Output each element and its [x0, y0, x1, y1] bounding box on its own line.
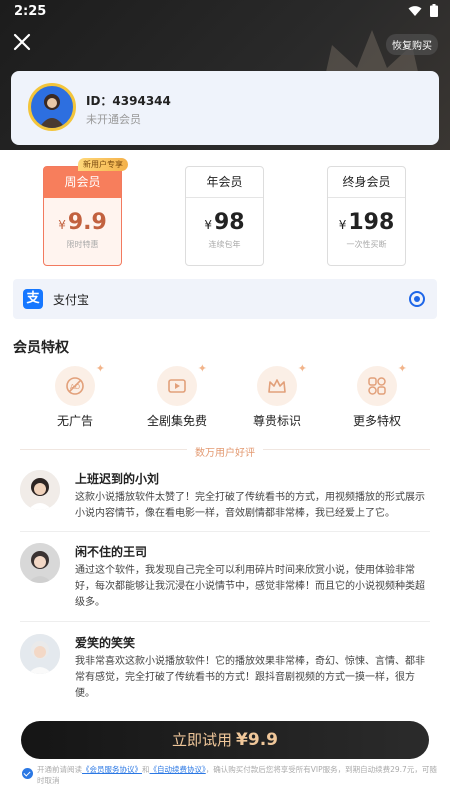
wifi-icon [408, 5, 422, 16]
auto-renew-agreement-link[interactable]: 《自动续费协议》 [150, 765, 206, 774]
try-now-button[interactable]: 立即试用 ¥9.9 [21, 721, 429, 759]
reviewer-avatar [20, 470, 60, 510]
plan-title: 周会员 [44, 167, 121, 198]
payment-radio[interactable] [409, 291, 425, 307]
vip-status: 未开通会员 [86, 113, 141, 126]
alipay-icon: 支 [23, 289, 43, 309]
privilege-badge: ✦ 尊贵标识 [232, 362, 322, 429]
new-user-badge: 新用户专享 [78, 158, 128, 171]
bottom-bar: 立即试用 ¥9.9 开通前请阅读《会员服务协议》和《自动续费协议》，确认购买付款后… [0, 712, 450, 800]
plan-yearly[interactable]: 年会员 ¥98 连续包年 [185, 166, 264, 266]
svg-text:AD: AD [70, 383, 80, 391]
plan-price: ¥98 [204, 210, 245, 235]
plan-price: ¥198 [338, 210, 395, 235]
service-agreement-link[interactable]: 《会员服务协议》 [82, 765, 142, 774]
user-id: ID：4394344 [86, 94, 171, 108]
review-text: 通过这个软件，我发现自己完全可以利用碎片时间来欣赏小说，使用体验非常好，每次都能… [75, 565, 425, 608]
review-separator [20, 621, 430, 622]
plan-title: 年会员 [186, 167, 263, 198]
restore-purchase-button[interactable]: 恢复购买 [386, 34, 438, 55]
privileges-title: 会员特权 [13, 340, 69, 356]
reviewer-name: 爱笑的笑笑 [75, 636, 136, 650]
reviewer-avatar [20, 543, 60, 583]
user-card: ID：4394344 未开通会员 [11, 71, 439, 145]
plan-subtitle: 连续包年 [208, 240, 241, 249]
plan-list: 周会员 ¥9.9 限时特惠 年会员 ¥98 连续包年 终身会员 ¥198 一次性… [0, 160, 450, 268]
close-icon [13, 33, 31, 51]
privilege-no-ads: AD ✦ 无广告 [30, 362, 120, 429]
review-text: 这款小说播放软件太赞了！完全打破了传统看书的方式，用视频播放的形式展示小说内容情… [75, 492, 425, 519]
close-button[interactable] [10, 30, 34, 54]
payment-label: 支付宝 [53, 293, 90, 307]
plan-weekly[interactable]: 周会员 ¥9.9 限时特惠 [43, 166, 122, 266]
plan-subtitle: 限时特惠 [66, 240, 99, 249]
reviewer-name: 上班迟到的小刘 [75, 472, 160, 486]
reviews-title: 数万用户好评 [0, 441, 450, 460]
privilege-label: 更多特权 [352, 414, 401, 428]
play-video-icon [168, 379, 186, 393]
avatar[interactable] [28, 83, 76, 131]
privilege-label: 全剧集免费 [146, 414, 207, 428]
battery-icon [430, 4, 438, 17]
plan-price: ¥9.9 [58, 210, 107, 235]
avatar-image [39, 94, 65, 128]
status-time: 2:25 [14, 4, 47, 19]
plan-title: 终身会员 [328, 167, 405, 198]
plan-lifetime[interactable]: 终身会员 ¥198 一次性买断 [327, 166, 406, 266]
agreement-checkbox[interactable] [22, 768, 33, 779]
review-separator [20, 531, 430, 532]
no-ads-icon: AD [66, 377, 84, 395]
privilege-list: AD ✦ 无广告 ✦ 全剧集免费 ✦ 尊贵标识 ✦ 更多特权 [0, 362, 450, 432]
status-bar: 2:25 [0, 0, 450, 24]
reviewer-name: 闲不住的王司 [75, 545, 148, 559]
privilege-label: 尊贵标识 [252, 414, 301, 428]
review-text: 我非常喜欢这款小说播放软件！它的播放效果非常棒，奇幻、惊悚、言情、都非常有感觉，… [75, 656, 425, 699]
reviewer-avatar [20, 634, 60, 674]
plan-subtitle: 一次性买断 [346, 240, 387, 249]
privilege-more: ✦ 更多特权 [332, 362, 422, 429]
privilege-free-episodes: ✦ 全剧集免费 [132, 362, 222, 429]
crown-icon [268, 379, 286, 393]
grid-icon [368, 377, 386, 395]
payment-option-alipay[interactable]: 支 支付宝 [13, 279, 437, 319]
agreement-text: 开通前请阅读《会员服务协议》和《自动续费协议》，确认购买付款后您将享受所有VIP… [37, 765, 437, 785]
privilege-label: 无广告 [56, 414, 93, 428]
